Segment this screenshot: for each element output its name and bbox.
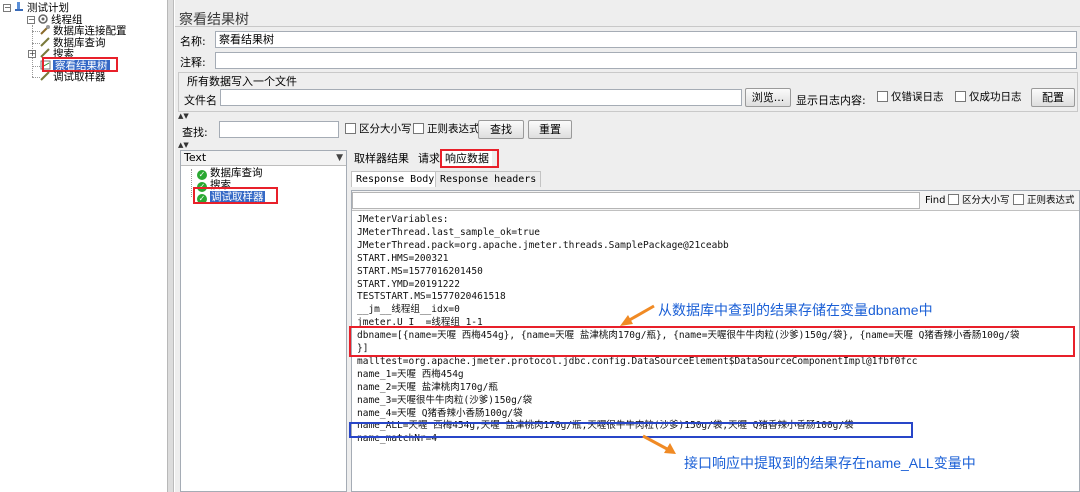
response-line: START.HMS=200321 bbox=[357, 252, 449, 264]
comment-label: 注释: bbox=[180, 56, 206, 69]
response-regex-checkbox[interactable]: 正则表达式 bbox=[1013, 194, 1075, 208]
search-regex-checkbox[interactable]: 正则表达式 bbox=[413, 123, 480, 137]
highlight-dbname bbox=[349, 326, 1075, 357]
config-button[interactable]: 配置 bbox=[1031, 88, 1075, 107]
tab-sampler-result[interactable]: 取样器结果 bbox=[351, 151, 412, 167]
response-find-label: Find bbox=[925, 195, 946, 206]
filename-field[interactable] bbox=[220, 89, 742, 106]
response-find-input[interactable] bbox=[352, 192, 920, 209]
checkbox-box bbox=[877, 91, 888, 102]
view-results-tree-panel: 察看结果树 名称: 察看结果树 注释: 所有数据写入一个文件 文件名 浏览...… bbox=[175, 0, 1080, 492]
search-label: 查找: bbox=[182, 126, 208, 139]
tree-label-debug-sampler: 调试取样器 bbox=[53, 71, 106, 83]
test-plan-tree: − 测试计划 − 线程组 数据库连接配置 数据库查询 + 搜索 察看结果树 调试… bbox=[0, 0, 168, 492]
annotation-name-all: 接口响应中提取到的结果存在name_ALL变量中 bbox=[684, 455, 976, 471]
renderer-select[interactable]: Text ▼ bbox=[181, 151, 346, 166]
response-case-checkbox[interactable]: 区分大小写 bbox=[948, 194, 1010, 208]
response-line: JMeterVariables: bbox=[357, 214, 449, 225]
expand-search-icon[interactable]: + bbox=[28, 50, 36, 58]
test-plan-icon bbox=[14, 2, 25, 12]
checkbox-box bbox=[345, 123, 356, 134]
name-label: 名称: bbox=[180, 35, 206, 48]
panel-title: 察看结果树 bbox=[179, 12, 249, 28]
checkbox-box bbox=[955, 91, 966, 102]
response-line: TESTSTART.MS=1577020461518 bbox=[357, 291, 506, 303]
errors-only-label: 仅错误日志 bbox=[891, 91, 944, 103]
collapse-root-icon[interactable]: − bbox=[3, 4, 11, 12]
checkbox-box bbox=[1013, 194, 1024, 205]
response-line: name_3=天喔很牛牛肉粒(沙爹)150g/袋 bbox=[357, 394, 533, 406]
find-button[interactable]: 查找 bbox=[478, 120, 524, 139]
search-input[interactable] bbox=[219, 121, 339, 138]
errors-only-checkbox[interactable]: 仅错误日志 bbox=[877, 91, 944, 105]
subtab-response-headers[interactable]: Response headers bbox=[435, 171, 542, 187]
write-all-label: 所有数据写入一个文件 bbox=[187, 75, 297, 88]
comment-field[interactable] bbox=[215, 52, 1077, 69]
browse-button[interactable]: 浏览... bbox=[745, 88, 791, 107]
sample-label: 数据库查询 bbox=[210, 167, 263, 179]
arrow-to-dbname-icon bbox=[620, 304, 655, 326]
response-line: name_1=天喔 西梅454g bbox=[357, 368, 464, 380]
highlight-tree-view-results bbox=[42, 57, 118, 72]
tree-item-test-plan[interactable]: 测试计划 bbox=[14, 2, 69, 14]
sample-results-list: Text ▼ ✓ 数据库查询 ✓ 搜索 ✓ 调试取样器 bbox=[180, 150, 347, 492]
response-regex-label: 正则表达式 bbox=[1027, 195, 1075, 206]
response-line: __jm__线程组__idx=0 bbox=[357, 304, 460, 316]
highlight-debug-sampler bbox=[193, 187, 278, 204]
chevron-down-icon: ▼ bbox=[336, 153, 343, 163]
panel-title-bar: 察看结果树 bbox=[175, 5, 1080, 28]
search-case-checkbox[interactable]: 区分大小写 bbox=[345, 123, 412, 137]
response-find-bar: Find 区分大小写 正则表达式 bbox=[352, 191, 1079, 211]
collapse-arrows-icon[interactable]: ▲▼ bbox=[178, 142, 189, 149]
annotation-dbname: 从数据库中查到的结果存储在变量dbname中 bbox=[658, 302, 933, 318]
success-only-checkbox[interactable]: 仅成功日志 bbox=[955, 91, 1022, 105]
arrow-to-name-all-icon bbox=[642, 434, 676, 454]
thread-group-icon bbox=[38, 14, 49, 24]
reset-button[interactable]: 重置 bbox=[528, 120, 572, 139]
tab-request[interactable]: 请求 bbox=[415, 151, 443, 167]
checkbox-box bbox=[413, 123, 424, 134]
checkbox-box bbox=[948, 194, 959, 205]
pencil-icon bbox=[40, 71, 51, 81]
name-field[interactable]: 察看结果树 bbox=[215, 31, 1077, 48]
filename-label: 文件名 bbox=[184, 94, 217, 107]
tree-item-db-config[interactable]: 数据库连接配置 bbox=[40, 25, 127, 37]
response-line: name_2=天喔 盐津桃肉170g/瓶 bbox=[357, 381, 498, 393]
highlight-response-tab bbox=[440, 149, 499, 168]
result-detail: 取样器结果 请求 响应数据 Response Body Response hea… bbox=[349, 149, 1080, 492]
panel-splitter[interactable] bbox=[168, 0, 174, 492]
search-case-label: 区分大小写 bbox=[359, 123, 412, 135]
response-line: START.MS=1577016201450 bbox=[357, 265, 483, 277]
tree-label-test-plan: 测试计划 bbox=[27, 2, 69, 14]
response-line: JMeterThread.last_sample_ok=true bbox=[357, 226, 541, 238]
response-line: malltest=org.apache.jmeter.protocol.jdbc… bbox=[357, 355, 918, 367]
response-case-label: 区分大小写 bbox=[962, 195, 1010, 206]
response-line: JMeterThread.pack=org.apache.jmeter.thre… bbox=[357, 239, 729, 251]
tree-item-debug-sampler[interactable]: 调试取样器 bbox=[40, 71, 106, 83]
collapse-arrows-icon[interactable]: ▲▼ bbox=[178, 113, 189, 120]
response-body-panel: Find 区分大小写 正则表达式 JMeterVariables: JMeterT… bbox=[349, 190, 1080, 492]
response-line: name_4=天喔 Q猪香辣小香肠100g/袋 bbox=[357, 407, 523, 419]
tree-label-db-config: 数据库连接配置 bbox=[53, 25, 127, 37]
sample-item-db-query[interactable]: ✓ 数据库查询 bbox=[197, 167, 263, 180]
collapse-thread-group-icon[interactable]: − bbox=[27, 16, 35, 24]
success-only-label: 仅成功日志 bbox=[969, 91, 1022, 103]
search-regex-label: 正则表达式 bbox=[427, 123, 480, 135]
renderer-value: Text bbox=[184, 151, 207, 164]
log-content-label: 显示日志内容: bbox=[796, 94, 866, 107]
highlight-name-all bbox=[349, 422, 913, 438]
config-icon bbox=[40, 25, 51, 35]
subtab-response-body[interactable]: Response Body bbox=[351, 171, 440, 187]
pencil-icon bbox=[40, 37, 51, 47]
response-line: START.YMD=20191222 bbox=[357, 278, 460, 290]
